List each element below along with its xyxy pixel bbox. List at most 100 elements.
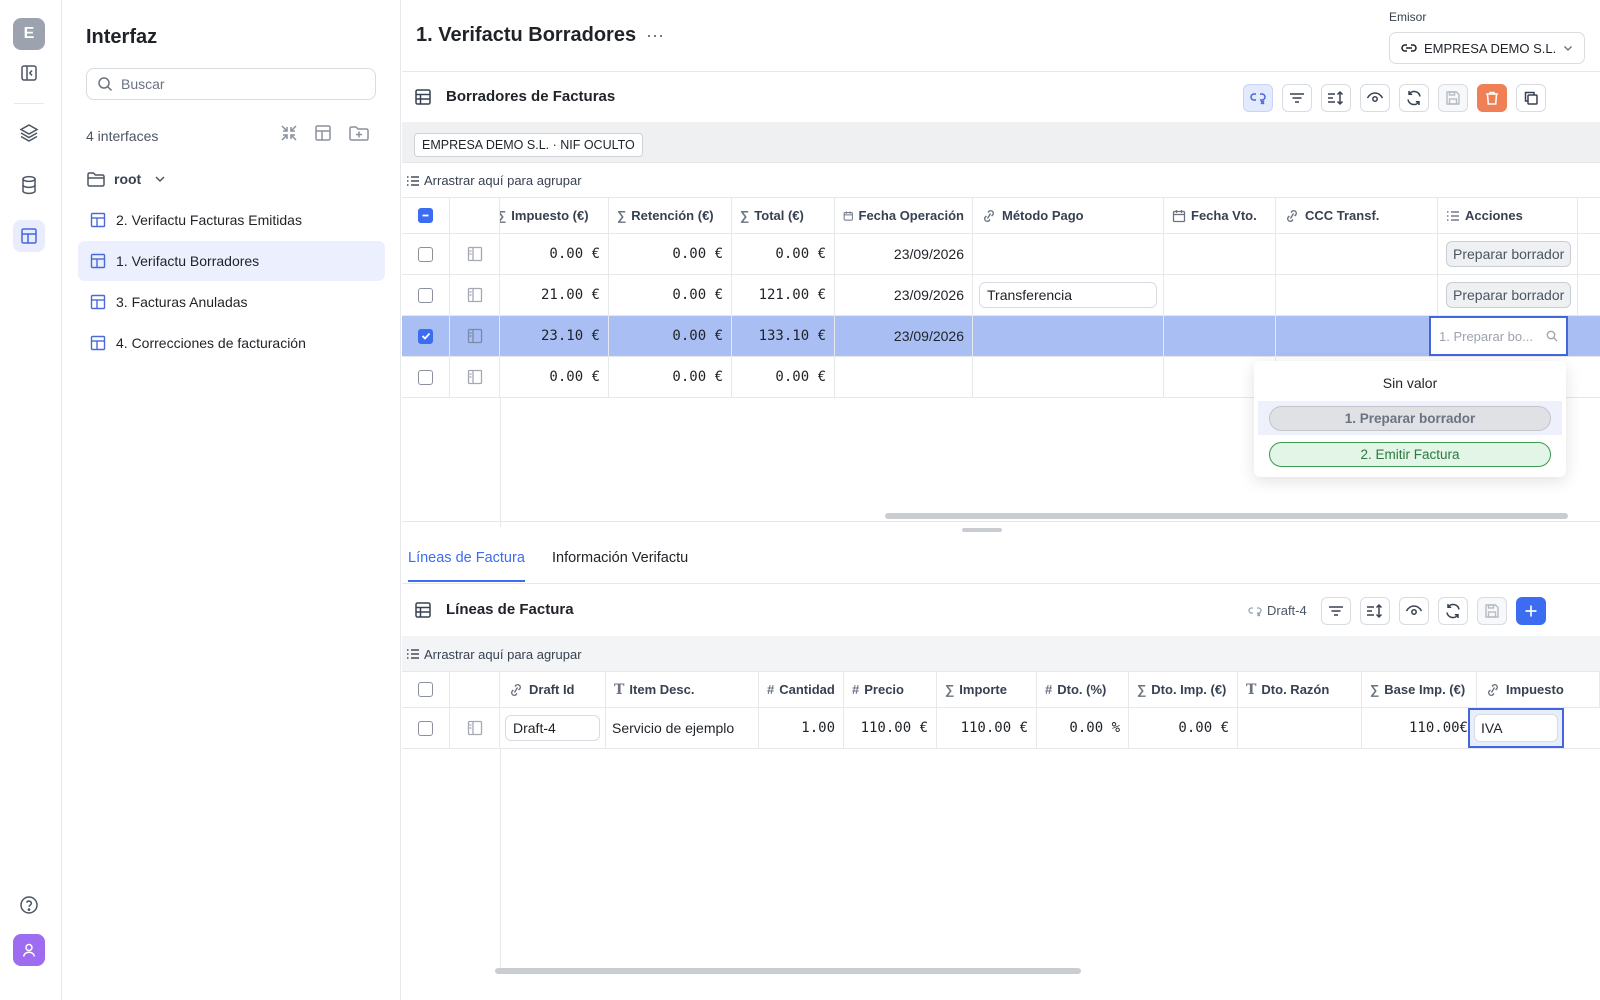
table-row[interactable]: 21.00 € 0.00 € 121.00 € 23/09/2026 Trans… (402, 275, 1600, 316)
column-header-item-desc[interactable]: T Item Desc. (606, 672, 759, 707)
cell-retencion[interactable]: 0.00 € (609, 357, 732, 397)
cell-metodo-pago[interactable]: Transferencia (973, 275, 1164, 315)
column-header-dto-imp[interactable]: ∑ Dto. Imp. (€) (1129, 672, 1238, 707)
expand-row-icon[interactable] (450, 275, 500, 315)
cell-total[interactable]: 133.10 € (732, 316, 835, 356)
column-header-dto-pct[interactable]: # Dto. (%) (1037, 672, 1129, 707)
cell-retencion[interactable]: 0.00 € (609, 234, 732, 274)
dropdown-option-row[interactable]: 1. Preparar borrador (1258, 401, 1562, 435)
row-checkbox[interactable] (402, 316, 450, 356)
sidebar-item-facturas-anuladas[interactable]: 3. Facturas Anuladas (78, 282, 385, 322)
column-header-acciones[interactable]: Acciones (1438, 198, 1578, 233)
select-all-checkbox[interactable] (402, 198, 450, 233)
preparar-borrador-button[interactable]: Preparar borrador (1446, 282, 1572, 308)
search-input[interactable] (121, 76, 361, 92)
cell-dto-imp[interactable]: 0.00 € (1129, 708, 1238, 748)
expand-row-icon[interactable] (450, 234, 500, 274)
sidebar-item-correcciones[interactable]: 4. Correcciones de facturación (78, 323, 385, 363)
expand-row-icon[interactable] (450, 357, 500, 397)
emisor-select[interactable]: EMPRESA DEMO S.L. (1389, 32, 1585, 64)
group-by-bar[interactable]: Arrastrar aquí para agrupar (402, 636, 1600, 672)
cell-base-imp[interactable]: 110.00€ (1362, 708, 1477, 748)
help-icon[interactable] (13, 889, 45, 921)
cell-total[interactable]: 121.00 € (732, 275, 835, 315)
cell-metodo-pago[interactable] (973, 357, 1164, 397)
cell-impuesto[interactable]: 21.00 € (500, 275, 609, 315)
table-row-selected[interactable]: 23.10 € 0.00 € 133.10 € 23/09/2026 (402, 316, 1600, 357)
cell-total[interactable]: 0.00 € (732, 357, 835, 397)
cell-dto-razon[interactable] (1238, 708, 1362, 748)
user-account-icon[interactable] (13, 934, 45, 966)
option-preparar-borrador[interactable]: 1. Preparar borrador (1269, 406, 1551, 431)
cell-metodo-pago[interactable] (973, 316, 1164, 356)
row-checkbox[interactable] (402, 708, 450, 748)
refresh-button[interactable] (1438, 597, 1468, 625)
preparar-borrador-button[interactable]: Preparar borrador (1446, 241, 1572, 267)
duplicate-button[interactable] (1516, 84, 1546, 112)
column-header-impuesto[interactable]: ∑ Impuesto (€) (500, 198, 609, 233)
cell-ccc-transf[interactable] (1276, 275, 1438, 315)
sidebar-item-facturas-emitidas[interactable]: 2. Verifactu Facturas Emitidas (78, 200, 385, 240)
column-header-fecha-operacion[interactable]: Fecha Operación (835, 198, 973, 233)
expand-row-icon[interactable] (450, 316, 500, 356)
refresh-button[interactable] (1399, 84, 1429, 112)
cell-fecha-vto[interactable] (1164, 275, 1276, 315)
cell-precio[interactable]: 110.00 € (844, 708, 937, 748)
cell-cantidad[interactable]: 1.00 (759, 708, 844, 748)
cell-fecha-vto[interactable] (1164, 316, 1276, 356)
row-checkbox[interactable] (402, 357, 450, 397)
more-options-icon[interactable]: ⋯ (646, 26, 665, 47)
table-row[interactable]: Draft-4 Servicio de ejemplo 1.00 110.00 … (402, 708, 1600, 749)
delete-button[interactable] (1477, 84, 1507, 112)
visibility-button[interactable] (1360, 84, 1390, 112)
select-all-checkbox[interactable] (402, 672, 450, 707)
interfaces-icon[interactable] (13, 220, 45, 252)
group-by-bar[interactable]: Arrastrar aquí para agrupar (402, 162, 1600, 198)
column-header-base-imp[interactable]: ∑ Base Imp. (€) (1362, 672, 1477, 707)
cell-total[interactable]: 0.00 € (732, 234, 835, 274)
add-interface-icon[interactable] (314, 124, 332, 142)
cell-fecha-operacion[interactable]: 23/09/2026 (835, 234, 973, 274)
drafts-horizontal-scrollbar[interactable] (885, 513, 1568, 519)
toggle-sidebar-icon[interactable] (13, 57, 45, 89)
dropdown-option-empty[interactable]: Sin valor (1254, 375, 1566, 391)
cell-metodo-pago[interactable] (973, 234, 1164, 274)
visibility-button[interactable] (1399, 597, 1429, 625)
unlink-button[interactable] (1243, 84, 1273, 112)
tab-informacion-verifactu[interactable]: Información Verifactu (552, 550, 688, 580)
save-button[interactable] (1477, 597, 1507, 625)
draft-id-link[interactable]: Draft-4 (505, 715, 600, 741)
cell-importe[interactable]: 110.00 € (937, 708, 1037, 748)
workspace-avatar[interactable]: E (13, 18, 45, 50)
search-box[interactable] (86, 68, 376, 100)
acciones-select-input[interactable]: 1. Preparar bo... (1429, 316, 1568, 356)
column-header-fecha-vto[interactable]: Fecha Vto. (1164, 198, 1276, 233)
impuesto-link[interactable]: IVA (1474, 714, 1558, 742)
filter-button[interactable] (1282, 84, 1312, 112)
cell-impuesto-active[interactable]: IVA (1468, 708, 1564, 748)
cell-fecha-operacion[interactable] (835, 357, 973, 397)
column-header-retencion[interactable]: ∑ Retención (€) (609, 198, 732, 233)
column-header-importe[interactable]: ∑ Importe (937, 672, 1037, 707)
cell-impuesto[interactable]: 23.10 € (500, 316, 609, 356)
cell-fecha-vto[interactable] (1164, 234, 1276, 274)
column-header-draft-id[interactable]: Draft Id (500, 672, 606, 707)
filter-chip[interactable]: EMPRESA DEMO S.L. · NIF OCULTO (414, 133, 643, 157)
sort-button[interactable] (1321, 84, 1351, 112)
dropdown-option-row[interactable]: 2. Emitir Factura (1258, 437, 1562, 471)
column-header-impuesto[interactable]: Impuesto (1477, 672, 1600, 707)
cell-retencion[interactable]: 0.00 € (609, 275, 732, 315)
cell-retencion[interactable]: 0.00 € (609, 316, 732, 356)
row-checkbox[interactable] (402, 234, 450, 274)
tab-lineas-factura[interactable]: Líneas de Factura (408, 550, 525, 582)
database-icon[interactable] (13, 169, 45, 201)
column-header-ccc-transf[interactable]: CCC Transf. (1276, 198, 1438, 233)
filter-button[interactable] (1321, 597, 1351, 625)
expand-row-icon[interactable] (450, 708, 500, 748)
column-header-metodo-pago[interactable]: Método Pago (973, 198, 1164, 233)
cell-impuesto[interactable]: 0.00 € (500, 234, 609, 274)
layers-icon[interactable] (13, 117, 45, 149)
cell-draft-id[interactable]: Draft-4 (500, 708, 606, 748)
sort-button[interactable] (1360, 597, 1390, 625)
sidebar-item-borradores[interactable]: 1. Verifactu Borradores (78, 241, 385, 281)
